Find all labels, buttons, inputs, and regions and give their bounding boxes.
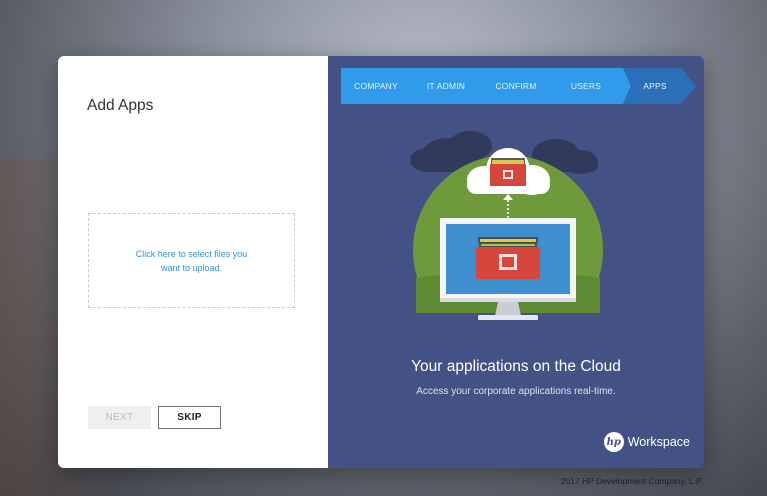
next-button[interactable]: NEXT <box>88 406 151 429</box>
step-apps[interactable]: APPS <box>629 68 681 104</box>
left-panel: Add Apps Click here to select files you … <box>58 56 328 468</box>
wizard-stepper: COMPANY IT ADMIN CONFIRM USERS APPS <box>341 68 696 104</box>
right-panel: COMPANY IT ADMIN CONFIRM USERS APPS Your… <box>328 56 704 468</box>
cloud-apps-illustration <box>408 131 608 328</box>
brand-name: Workspace <box>627 435 690 449</box>
step-company[interactable]: COMPANY <box>341 68 411 104</box>
step-users[interactable]: USERS <box>551 68 621 104</box>
app-folder-icon <box>476 237 540 279</box>
hero-headline: Your applications on the Cloud <box>411 358 621 375</box>
hp-logo-icon: hp <box>603 432 624 452</box>
file-upload-dropzone[interactable]: Click here to select files you want to u… <box>88 213 295 308</box>
copyright-text: 2017 HP Development Company, L.P. <box>560 476 703 486</box>
upload-prompt: Click here to select files you want to u… <box>135 248 248 273</box>
cloud-folder-icon <box>490 158 526 186</box>
hero-subtext: Access your corporate applications real-… <box>416 386 616 397</box>
skip-button[interactable]: SKIP <box>158 406 221 429</box>
step-confirm[interactable]: CONFIRM <box>481 68 551 104</box>
page-title: Add Apps <box>87 97 154 114</box>
brand-logo: hp Workspace <box>603 432 690 452</box>
setup-wizard-card: Add Apps Click here to select files you … <box>58 56 704 468</box>
step-it-admin[interactable]: IT ADMIN <box>411 68 481 104</box>
